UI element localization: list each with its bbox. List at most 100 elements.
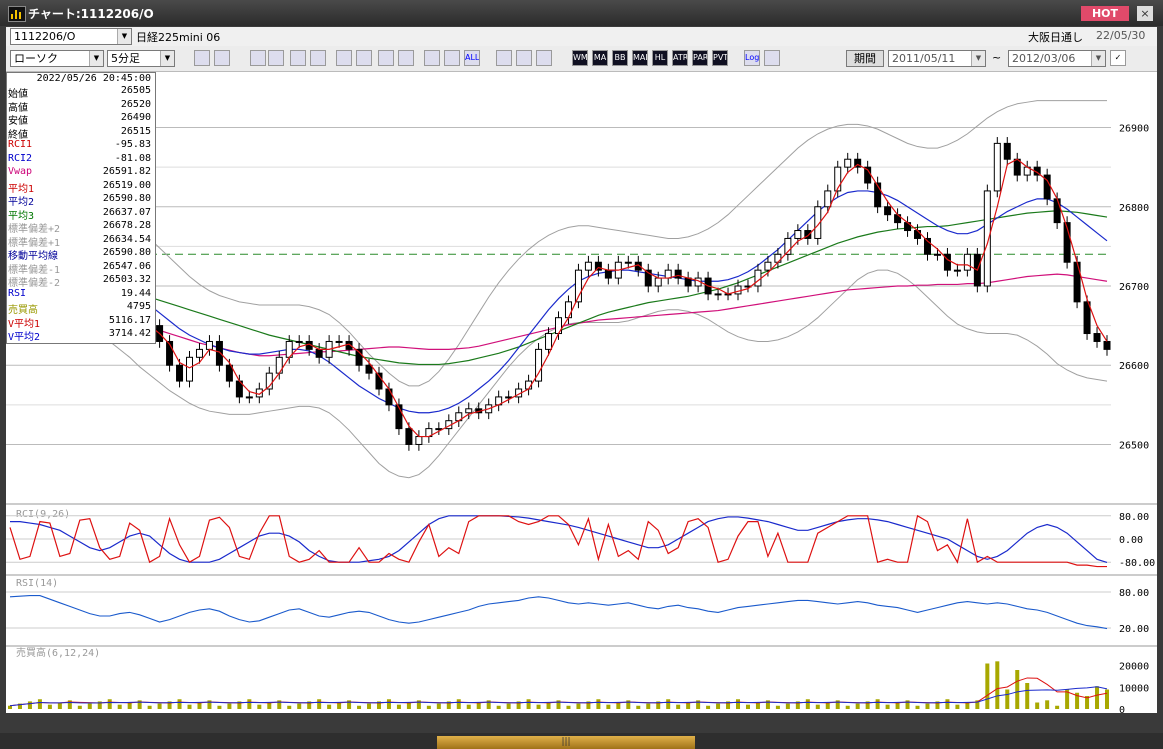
hot-button[interactable]: HOT (1081, 6, 1129, 21)
volume-bar (995, 661, 1000, 709)
zoom-icon[interactable] (268, 50, 284, 66)
pencil-icon[interactable] (356, 50, 372, 66)
bb-icon[interactable]: BB (612, 50, 628, 66)
data-window-row: 標準偏差-2 26503.32 (8, 274, 151, 289)
crosshair-icon[interactable] (214, 50, 230, 66)
candle-body (315, 348, 323, 358)
symbol-code-select[interactable]: 1112206/O ▼ (10, 28, 132, 45)
candle-body (674, 269, 682, 279)
volume-bar (177, 699, 182, 709)
data-window-value: 19.44 (120, 287, 151, 299)
data-window-row: 始値 26505 (8, 85, 151, 100)
data-window-value: 26591.82 (102, 166, 151, 177)
volume-bar (1105, 689, 1109, 709)
window-titlebar: チャート:1112206/O HOT × (0, 0, 1163, 26)
pvt-icon[interactable]: PVT (712, 50, 728, 66)
mae-icon[interactable]: MAE (632, 50, 648, 66)
candle-body (664, 269, 672, 279)
price-axis-label: 26900 (1119, 124, 1149, 135)
data-window-value: 26515 (120, 125, 151, 137)
ma3-line (9, 210, 1108, 366)
chevron-down-icon[interactable]: ▼ (160, 51, 174, 66)
volume-axis-label: 20000 (1119, 662, 1149, 673)
exit-icon[interactable] (764, 50, 780, 66)
volume-bar (317, 699, 322, 709)
candle-body (365, 364, 373, 374)
interval-select[interactable]: 5分足 ▼ (107, 50, 175, 67)
close-button[interactable]: × (1137, 6, 1153, 21)
candle-body (584, 261, 592, 271)
rci-axis-label: -80.00 (1119, 558, 1155, 569)
volume-bar (546, 702, 551, 709)
volume-bar (57, 702, 62, 709)
data-window-row: 平均1 26519.00 (8, 180, 151, 195)
volume-bar (476, 702, 481, 709)
data-window-row: 標準偏差+1 26634.54 (8, 234, 151, 249)
data-window-row: V平均2 3714.42 (8, 328, 151, 343)
rsi-line (9, 595, 1108, 630)
window-title: チャート:1112206/O (28, 7, 154, 21)
candle-icon[interactable] (424, 50, 440, 66)
calendar-icon[interactable]: ▼ (1091, 51, 1105, 66)
volume-bar (965, 702, 970, 709)
select-arrow-icon[interactable] (378, 50, 394, 66)
log-icon[interactable]: Log (744, 50, 760, 66)
candle-body (884, 206, 892, 216)
settings-icon[interactable] (496, 50, 512, 66)
scrollbar-thumb[interactable]: ||| (437, 736, 695, 749)
chart-canvas[interactable]: 26900 26800 26700 26600 26500 RCI(9,26) 80.00 0… (6, 72, 1157, 729)
chevron-down-icon[interactable]: ▼ (89, 51, 103, 66)
volume-bar (736, 699, 741, 709)
volume-bar (267, 702, 272, 709)
data-window-value: 26547.06 (102, 260, 151, 272)
volume-bar (27, 701, 32, 709)
data-window-datetime: 2022/05/26 20:45:00 (36, 73, 151, 84)
calendar-icon[interactable]: ▼ (971, 51, 985, 66)
volume-axis-label: 0 (1119, 705, 1125, 713)
data-window-value: 26590.80 (102, 193, 151, 204)
data-window-row: Vwap 26591.82 (8, 166, 151, 179)
candle-body (405, 428, 413, 445)
atr-icon[interactable]: ATR (672, 50, 688, 66)
cursor-icon[interactable] (250, 50, 266, 66)
data-window-label: RCI1 (8, 139, 33, 150)
chevron-down-icon[interactable]: ▼ (117, 29, 131, 44)
rsi-axis-label: 20.00 (1119, 624, 1149, 635)
volume-bar (815, 704, 820, 709)
period-button[interactable]: 期間 (846, 50, 884, 67)
undo-icon[interactable] (398, 50, 414, 66)
price-axis-label: 26500 (1119, 440, 1149, 451)
volume-bar (496, 705, 501, 709)
line-chart-icon[interactable] (290, 50, 306, 66)
volume-ma1-line (9, 677, 1108, 707)
date-to-picker[interactable]: 2012/03/06 ▼ (1008, 50, 1106, 67)
delete-icon[interactable] (336, 50, 352, 66)
date-range-tilde: ~ (992, 51, 1002, 64)
para-icon[interactable]: PARA (692, 50, 708, 66)
chart-type-select[interactable]: ローソク ▼ (10, 50, 104, 67)
date-from-value: 2011/05/11 (892, 52, 956, 65)
all-icon[interactable]: ALL (464, 50, 480, 66)
volume-bar (327, 704, 332, 709)
chart-area[interactable]: 26900 26800 26700 26600 26500 RCI(9,26) 80.00 0… (6, 72, 1157, 729)
candle-body (734, 285, 742, 295)
data-window-row: RCI1 -95.83 (8, 139, 151, 152)
data-window-row: 売買高 4795 (8, 301, 151, 316)
candle-body (604, 269, 612, 279)
volume-bar (506, 703, 511, 709)
hl-icon[interactable]: HL (652, 50, 668, 66)
ma-icon[interactable]: WMA (572, 50, 588, 66)
add-icon[interactable] (310, 50, 326, 66)
color-icon[interactable] (536, 50, 552, 66)
candle-body (295, 340, 303, 343)
ma2-icon[interactable]: MA (592, 50, 608, 66)
date-from-picker[interactable]: 2011/05/11 ▼ (888, 50, 986, 67)
brush-icon[interactable] (516, 50, 532, 66)
volume-bar (875, 699, 880, 709)
data-window-row: RSI 19.44 (8, 288, 151, 301)
search-icon[interactable] (194, 50, 210, 66)
checkbox-icon[interactable]: ✓ (1110, 50, 1126, 66)
volume-bar (1095, 686, 1100, 709)
split-icon[interactable] (444, 50, 460, 66)
candle-body (564, 301, 572, 319)
